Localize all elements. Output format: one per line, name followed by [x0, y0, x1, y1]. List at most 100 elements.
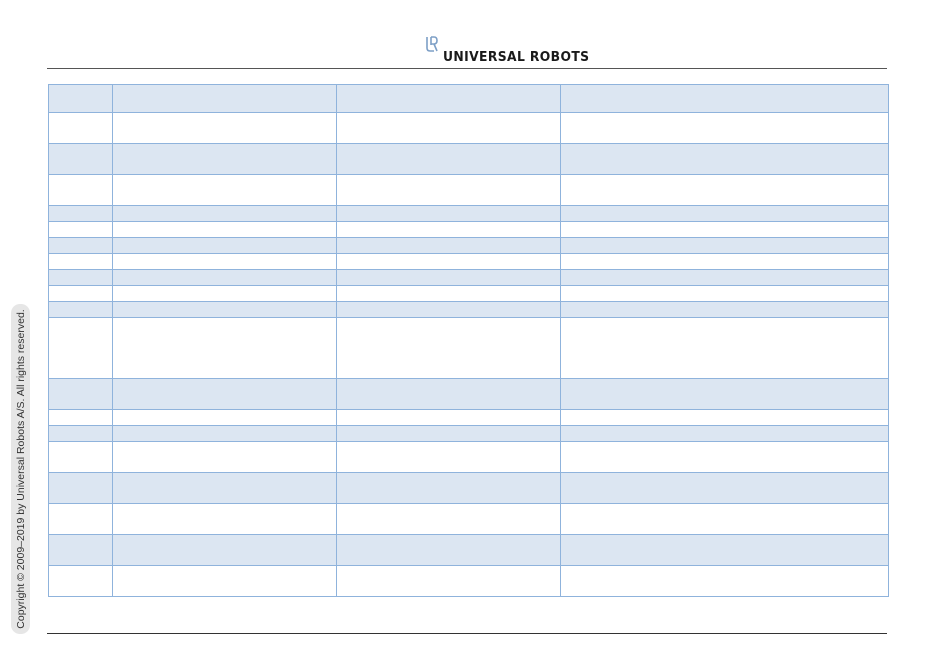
- table-cell: [48, 221, 113, 238]
- table-cell: [336, 205, 561, 222]
- spec-table: [48, 84, 889, 597]
- table-cell: [48, 441, 113, 473]
- table-cell: [336, 441, 561, 473]
- table-cell: [560, 317, 889, 379]
- table-cell: [112, 237, 337, 254]
- table-cell: [336, 317, 561, 379]
- table-cell: [112, 143, 337, 175]
- table-row: [48, 301, 889, 318]
- table-cell: [336, 84, 561, 113]
- table-cell: [112, 472, 337, 504]
- table-cell: [48, 503, 113, 535]
- table-row: [48, 317, 889, 379]
- table-cell: [112, 221, 337, 238]
- table-row: [48, 143, 889, 175]
- table-cell: [560, 237, 889, 254]
- table-cell: [48, 253, 113, 270]
- table-cell: [112, 253, 337, 270]
- table-cell: [112, 84, 337, 113]
- table-row: [48, 378, 889, 410]
- table-row: [48, 84, 889, 113]
- table-cell: [112, 174, 337, 206]
- table-cell: [48, 425, 113, 442]
- table-cell: [48, 534, 113, 566]
- table-row: [48, 174, 889, 206]
- table-cell: [112, 205, 337, 222]
- table-row: [48, 285, 889, 302]
- table-row: [48, 205, 889, 222]
- table-cell: [560, 143, 889, 175]
- table-cell: [112, 269, 337, 286]
- table-cell: [112, 378, 337, 410]
- table-cell: [48, 285, 113, 302]
- table-cell: [560, 441, 889, 473]
- table-cell: [336, 534, 561, 566]
- table-cell: [112, 534, 337, 566]
- table-row: [48, 425, 889, 442]
- table-cell: [560, 205, 889, 222]
- table-cell: [112, 565, 337, 597]
- brand-name: UNIVERSAL ROBOTS: [443, 50, 590, 65]
- table-cell: [48, 174, 113, 206]
- table-cell: [336, 301, 561, 318]
- table-row: [48, 503, 889, 535]
- table-cell: [336, 174, 561, 206]
- table-cell: [560, 472, 889, 504]
- table-cell: [560, 112, 889, 144]
- table-cell: [336, 143, 561, 175]
- table-cell: [112, 301, 337, 318]
- table-cell: [560, 174, 889, 206]
- footer-divider: [47, 633, 887, 634]
- table-cell: [48, 269, 113, 286]
- table-cell: [336, 237, 561, 254]
- table-row: [48, 269, 889, 286]
- table-cell: [560, 84, 889, 113]
- table-cell: [48, 409, 113, 426]
- table-cell: [336, 565, 561, 597]
- table-cell: [560, 425, 889, 442]
- table-cell: [336, 221, 561, 238]
- table-row: [48, 441, 889, 473]
- table-row: [48, 565, 889, 597]
- table-row: [48, 253, 889, 270]
- ur-logo-icon: [426, 36, 438, 52]
- table-row: [48, 409, 889, 426]
- table-row: [48, 472, 889, 504]
- table-cell: [112, 503, 337, 535]
- table-cell: [48, 378, 113, 410]
- table-cell: [48, 143, 113, 175]
- table-cell: [112, 317, 337, 379]
- table-row: [48, 534, 889, 566]
- table-cell: [336, 472, 561, 504]
- table-cell: [560, 269, 889, 286]
- header-divider: [47, 68, 887, 69]
- table-cell: [336, 409, 561, 426]
- table-cell: [112, 409, 337, 426]
- table-cell: [336, 285, 561, 302]
- table-cell: [560, 285, 889, 302]
- table-cell: [560, 565, 889, 597]
- table-cell: [48, 472, 113, 504]
- table-cell: [48, 301, 113, 318]
- table-cell: [48, 565, 113, 597]
- table-cell: [336, 425, 561, 442]
- table-cell: [560, 301, 889, 318]
- table-cell: [48, 205, 113, 222]
- table-cell: [560, 409, 889, 426]
- table-cell: [336, 269, 561, 286]
- table-cell: [48, 317, 113, 379]
- table-cell: [336, 112, 561, 144]
- table-cell: [560, 378, 889, 410]
- table-row: [48, 237, 889, 254]
- table-cell: [112, 112, 337, 144]
- table-cell: [48, 237, 113, 254]
- table-cell: [560, 221, 889, 238]
- copyright-text: Copyright © 2009–2019 by Universal Robot…: [14, 309, 27, 629]
- table-cell: [560, 534, 889, 566]
- table-cell: [560, 253, 889, 270]
- table-cell: [48, 84, 113, 113]
- table-cell: [336, 253, 561, 270]
- table-row: [48, 221, 889, 238]
- copyright-tab: Copyright © 2009–2019 by Universal Robot…: [11, 304, 30, 634]
- table-cell: [112, 285, 337, 302]
